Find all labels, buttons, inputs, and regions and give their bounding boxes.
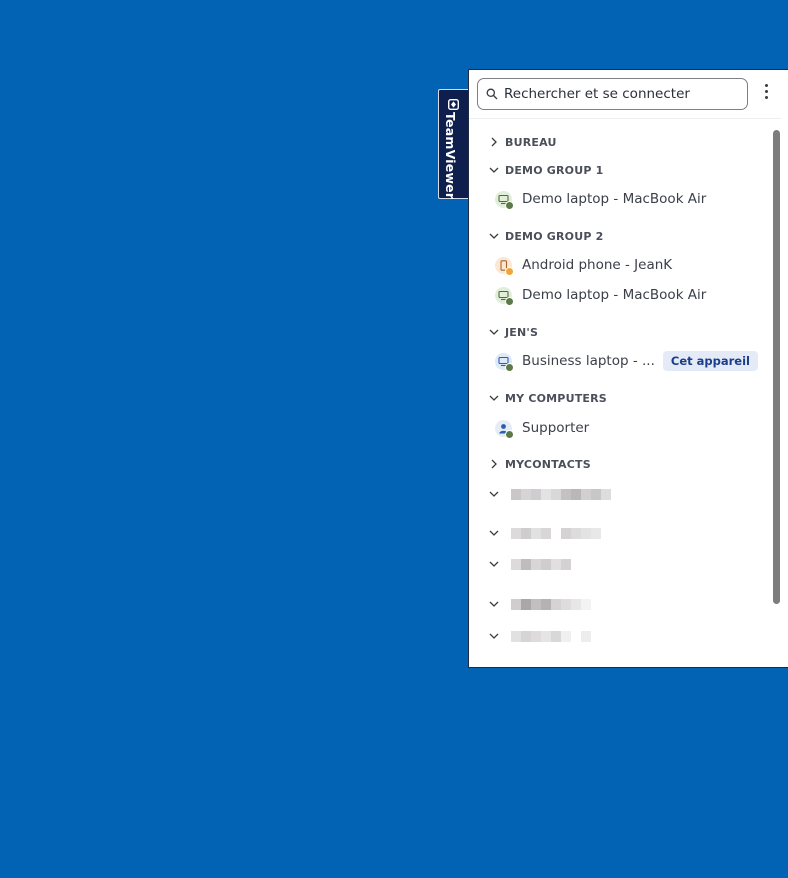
scrollbar[interactable] [773, 130, 780, 604]
redacted-label [511, 488, 611, 500]
group-label: MYCONTACTS [505, 457, 591, 471]
phone-icon [495, 256, 514, 276]
status-online-icon [505, 296, 514, 306]
redacted-group[interactable] [489, 523, 601, 543]
computer-icon [495, 352, 514, 372]
device-item[interactable]: Business laptop - ... Cet appareil [495, 349, 758, 373]
search-input[interactable] [504, 83, 740, 105]
redacted-label [511, 558, 571, 570]
chevron-down-icon [489, 599, 499, 609]
computer-icon [495, 286, 514, 306]
supporter-icon [495, 419, 514, 439]
chevron-right-icon [489, 459, 499, 469]
chevron-down-icon [489, 231, 499, 241]
device-item[interactable]: Android phone - JeanK [495, 253, 672, 277]
chevron-down-icon [489, 559, 499, 569]
chevron-right-icon [489, 137, 499, 147]
teamviewer-logo-icon [448, 99, 459, 110]
group-label: DEMO GROUP 2 [505, 229, 604, 243]
divider [469, 118, 781, 119]
redacted-label [511, 527, 601, 539]
device-item[interactable]: Supporter [495, 416, 589, 440]
redacted-label [511, 630, 591, 642]
teamviewer-tab[interactable]: TeamViewer [438, 89, 468, 199]
this-device-badge: Cet appareil [662, 351, 758, 371]
group-my-computers[interactable]: MY COMPUTERS [489, 388, 607, 408]
redacted-group[interactable] [489, 626, 591, 646]
status-away-icon [505, 266, 514, 276]
redacted-group[interactable] [489, 594, 591, 614]
group-demo-group-1[interactable]: DEMO GROUP 1 [489, 160, 604, 180]
chevron-down-icon [489, 327, 499, 337]
device-item[interactable]: Demo laptop - MacBook Air [495, 187, 706, 211]
chevron-down-icon [489, 631, 499, 641]
group-jens[interactable]: JEN'S [489, 322, 538, 342]
status-online-icon [505, 200, 514, 210]
device-label: Android phone - JeanK [522, 257, 673, 273]
group-bureau[interactable]: BUREAU [489, 132, 557, 152]
redacted-group[interactable] [489, 554, 571, 574]
search-box[interactable] [477, 78, 748, 110]
chevron-down-icon [489, 165, 499, 175]
status-online-icon [505, 362, 514, 372]
group-label: BUREAU [505, 135, 557, 149]
device-label: Supporter [522, 420, 590, 436]
search-icon [486, 88, 498, 100]
computer-icon [495, 190, 514, 210]
chevron-down-icon [489, 528, 499, 538]
group-label: DEMO GROUP 1 [505, 163, 604, 177]
device-label: Demo laptop - MacBook Air [522, 287, 707, 303]
device-label: Demo laptop - MacBook Air [522, 191, 707, 207]
group-demo-group-2[interactable]: DEMO GROUP 2 [489, 226, 604, 246]
chevron-down-icon [489, 489, 499, 499]
redacted-group[interactable] [489, 484, 611, 504]
teamviewer-tab-label: TeamViewer [443, 112, 458, 200]
chevron-down-icon [489, 393, 499, 403]
device-panel: BUREAU DEMO GROUP 1 Demo laptop - MacBoo… [468, 69, 788, 668]
status-online-icon [505, 429, 514, 439]
device-item[interactable]: Demo laptop - MacBook Air [495, 283, 706, 307]
more-options-icon[interactable] [759, 84, 773, 104]
group-label: MY COMPUTERS [505, 391, 607, 405]
redacted-label [511, 598, 591, 610]
group-mycontacts[interactable]: MYCONTACTS [489, 454, 591, 474]
group-label: JEN'S [505, 325, 539, 339]
device-label: Business laptop - ... [522, 353, 655, 369]
